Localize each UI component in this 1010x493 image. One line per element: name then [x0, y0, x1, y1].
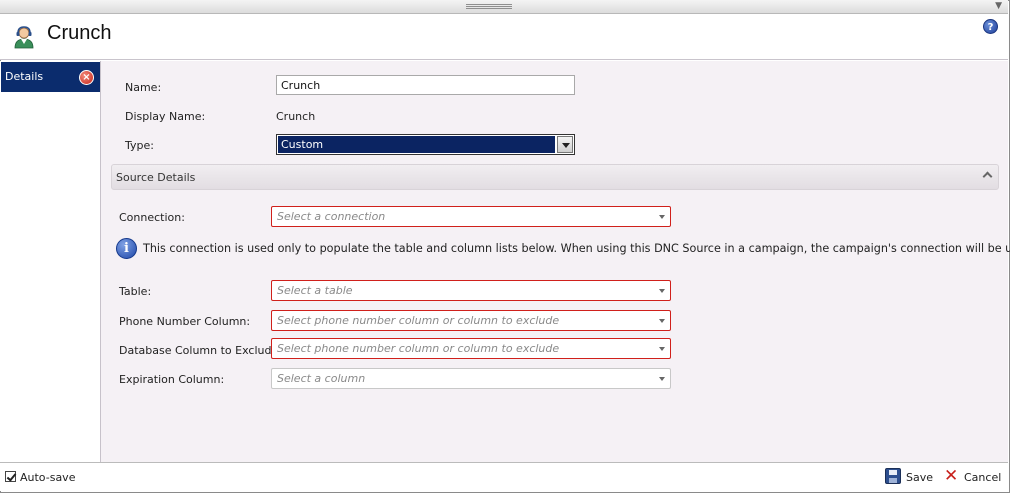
type-select[interactable]: Custom [276, 134, 575, 155]
cancel-label: Cancel [964, 471, 1002, 484]
exclude-column-select[interactable]: Select phone number column or column to … [271, 338, 671, 359]
connection-select[interactable]: Select a connection [271, 206, 671, 227]
connection-label: Connection: [119, 211, 185, 224]
type-dropdown-button[interactable] [557, 136, 573, 153]
name-input[interactable] [276, 75, 575, 95]
expiration-column-select[interactable]: Select a column [271, 368, 671, 389]
chevron-down-icon [659, 215, 665, 219]
chevron-down-icon [659, 289, 665, 293]
phone-number-column-select[interactable]: Select phone number column or column to … [271, 310, 671, 331]
phone-number-placeholder: Select phone number column or column to … [277, 314, 560, 327]
expiration-placeholder: Select a column [277, 372, 366, 385]
section-title: Source Details [116, 171, 196, 184]
info-message: This connection is used only to populate… [143, 242, 1010, 255]
autosave-checkbox[interactable] [5, 471, 16, 482]
nav-item-details[interactable]: Details × [1, 62, 100, 92]
details-panel: Name: Display Name: Crunch Type: Custom … [101, 61, 1010, 462]
source-details-header[interactable]: Source Details [111, 164, 999, 190]
help-icon[interactable]: ? [983, 19, 998, 34]
display-name-value: Crunch [276, 110, 316, 123]
type-selected-value: Custom [278, 136, 555, 153]
footer-bar: Auto-save Save ✕ Cancel [0, 462, 1008, 491]
exclude-column-label: Database Column to Exclude: [119, 344, 282, 357]
nav-item-label: Details [5, 70, 44, 83]
chevron-down-icon [659, 319, 665, 323]
floppy-disk-icon [885, 468, 901, 484]
table-select[interactable]: Select a table [271, 280, 671, 301]
top-splitter[interactable]: ▼ [0, 0, 1008, 14]
chevron-down-icon [659, 377, 665, 381]
type-label: Type: [125, 139, 154, 152]
collapse-arrow-icon[interactable]: ▼ [995, 1, 1002, 11]
cancel-x-icon: ✕ [944, 466, 959, 486]
name-label: Name: [125, 81, 162, 94]
page-header: Crunch ? [0, 14, 1008, 60]
left-nav: Details × [0, 61, 101, 462]
user-headset-icon [14, 26, 34, 49]
table-label: Table: [119, 285, 152, 298]
save-label: Save [906, 471, 934, 484]
connection-placeholder: Select a connection [277, 210, 386, 223]
splitter-grip[interactable] [466, 4, 512, 9]
phone-number-column-label: Phone Number Column: [119, 315, 251, 328]
table-placeholder: Select a table [277, 284, 353, 297]
chevron-up-icon[interactable] [982, 171, 993, 182]
info-icon: i [116, 238, 137, 259]
expiration-column-label: Expiration Column: [119, 373, 225, 386]
display-name-label: Display Name: [125, 110, 206, 123]
close-icon[interactable]: × [79, 70, 94, 85]
autosave-label: Auto-save [20, 471, 76, 484]
exclude-column-placeholder: Select phone number column or column to … [277, 342, 560, 355]
page-title: Crunch [47, 22, 112, 44]
chevron-down-icon [659, 347, 665, 351]
